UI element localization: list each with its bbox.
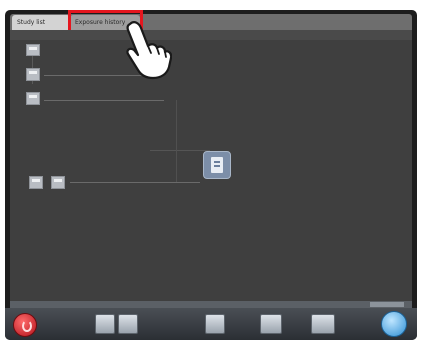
- tree-connector: [150, 150, 210, 151]
- study-node[interactable]: [203, 151, 231, 179]
- tree-connector: [44, 100, 164, 101]
- tab-study-list[interactable]: Study list: [12, 15, 70, 30]
- toolbar-button-5[interactable]: [311, 314, 335, 334]
- power-icon[interactable]: [13, 313, 37, 337]
- tree-node-4[interactable]: [29, 176, 43, 189]
- panel-header: [10, 30, 412, 40]
- tree-connector: [176, 100, 177, 182]
- tree-node-2[interactable]: [26, 68, 40, 81]
- tree-node-1[interactable]: [26, 44, 40, 56]
- tree-node-5[interactable]: [51, 176, 65, 189]
- bottom-toolbar: [5, 308, 417, 340]
- toolbar-button-4[interactable]: [260, 314, 282, 334]
- pointing-hand-icon: [126, 21, 172, 80]
- tree-node-3[interactable]: [26, 92, 40, 105]
- status-strip: [10, 301, 412, 308]
- toolbar-button-1[interactable]: [95, 314, 115, 334]
- mini-indicator: [370, 302, 404, 307]
- study-icon: [211, 157, 223, 173]
- next-icon[interactable]: [381, 311, 407, 337]
- toolbar-button-3[interactable]: [205, 314, 225, 334]
- toolbar-button-2[interactable]: [118, 314, 138, 334]
- tree-connector: [70, 182, 200, 183]
